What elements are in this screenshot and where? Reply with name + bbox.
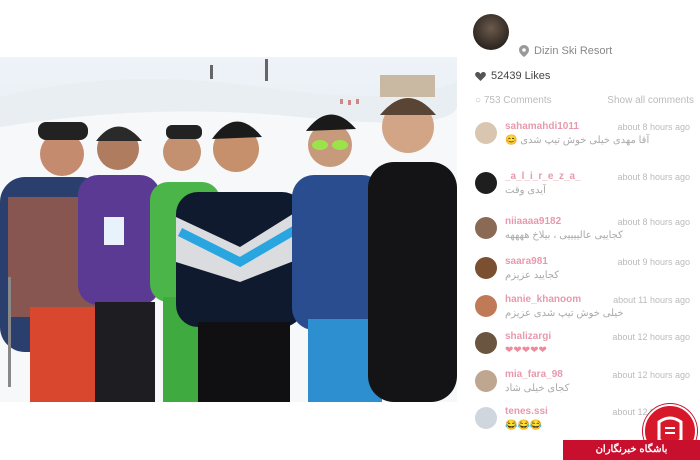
comment-time: about 12 hours ago — [612, 370, 690, 380]
comment-username[interactable]: saara981 — [505, 256, 548, 267]
comment-text: کجایید عزیزم — [505, 270, 560, 281]
location-pin-icon — [519, 45, 529, 57]
post-photo[interactable] — [0, 57, 457, 402]
comment-time: about 9 hours ago — [617, 257, 690, 267]
avatar[interactable] — [475, 172, 497, 194]
comment-time: about 8 hours ago — [617, 172, 690, 182]
list-item: niiaaaa9182 about 8 hours ago کجاییی عال… — [457, 213, 700, 253]
comment-time: about 11 hours ago — [613, 295, 690, 305]
comments-count: ○ 753 Comments — [475, 95, 552, 106]
list-item: mia_fara_98 about 12 hours ago کجای خیلی… — [457, 366, 700, 406]
comment-text: آقا مهدی خیلی خوش تیپ شدی 😊 — [505, 135, 650, 146]
comment-username[interactable]: shalizargi — [505, 331, 551, 342]
list-item: hanie_khanoom about 11 hours ago خیلی خو… — [457, 291, 700, 331]
avatar[interactable] — [475, 217, 497, 239]
avatar[interactable] — [475, 407, 497, 429]
comment-username[interactable]: tenes.ssi — [505, 406, 548, 417]
comment-text: خیلی خوش تیپ شدی عزیزم — [505, 308, 624, 319]
list-item: sahamahdi1011 about 8 hours ago آقا مهدی… — [457, 118, 700, 158]
likes-row: 52439 Likes — [475, 70, 550, 82]
comment-username[interactable]: _a_l_i_r_e_z_a_ — [505, 171, 581, 182]
comment-text: آیدی وقت — [505, 185, 546, 196]
watermark-badge: باشگاه خبرنگاران — [563, 404, 700, 460]
show-all-comments-link[interactable]: Show all comments — [607, 95, 694, 106]
comment-text: 😂😂😂 — [505, 420, 543, 431]
avatar[interactable] — [475, 295, 497, 317]
list-item: shalizargi about 12 hours ago ❤❤❤❤❤ — [457, 328, 700, 368]
list-item: saara981 about 9 hours ago کجایید عزیزم — [457, 253, 700, 293]
heart-icon — [475, 72, 486, 81]
comment-time: about 8 hours ago — [617, 122, 690, 132]
owner-avatar[interactable] — [473, 14, 509, 50]
comments-header: ○ 753 Comments Show all comments — [475, 95, 700, 106]
watermark-label: باشگاه خبرنگاران — [563, 440, 700, 460]
comment-username[interactable]: niiaaaa9182 — [505, 216, 561, 227]
comment-text: کجای خیلی شاد — [505, 383, 570, 394]
comment-username[interactable]: mia_fara_98 — [505, 369, 563, 380]
location-label: Dizin Ski Resort — [534, 45, 613, 57]
list-item: _a_l_i_r_e_z_a_ about 8 hours ago آیدی و… — [457, 168, 700, 208]
post-sidebar: Dizin Ski Resort 52439 Likes ○ 753 Comme… — [457, 0, 700, 460]
avatar[interactable] — [475, 257, 497, 279]
avatar[interactable] — [475, 332, 497, 354]
comment-bubble-icon: ○ — [475, 95, 484, 106]
comment-time: about 12 hours ago — [612, 332, 690, 342]
comment-username[interactable]: hanie_khanoom — [505, 294, 581, 305]
likes-count: 52439 Likes — [491, 70, 551, 82]
location-row[interactable]: Dizin Ski Resort — [519, 45, 612, 57]
comment-text: کجاییی عالییییی ، بیلاخ ههههه — [505, 230, 623, 241]
comment-time: about 8 hours ago — [617, 217, 690, 227]
avatar[interactable] — [475, 122, 497, 144]
comment-text: ❤❤❤❤❤ — [505, 345, 547, 356]
ski-group-photo-illustration — [0, 59, 457, 402]
comment-username[interactable]: sahamahdi1011 — [505, 121, 579, 132]
avatar[interactable] — [475, 370, 497, 392]
